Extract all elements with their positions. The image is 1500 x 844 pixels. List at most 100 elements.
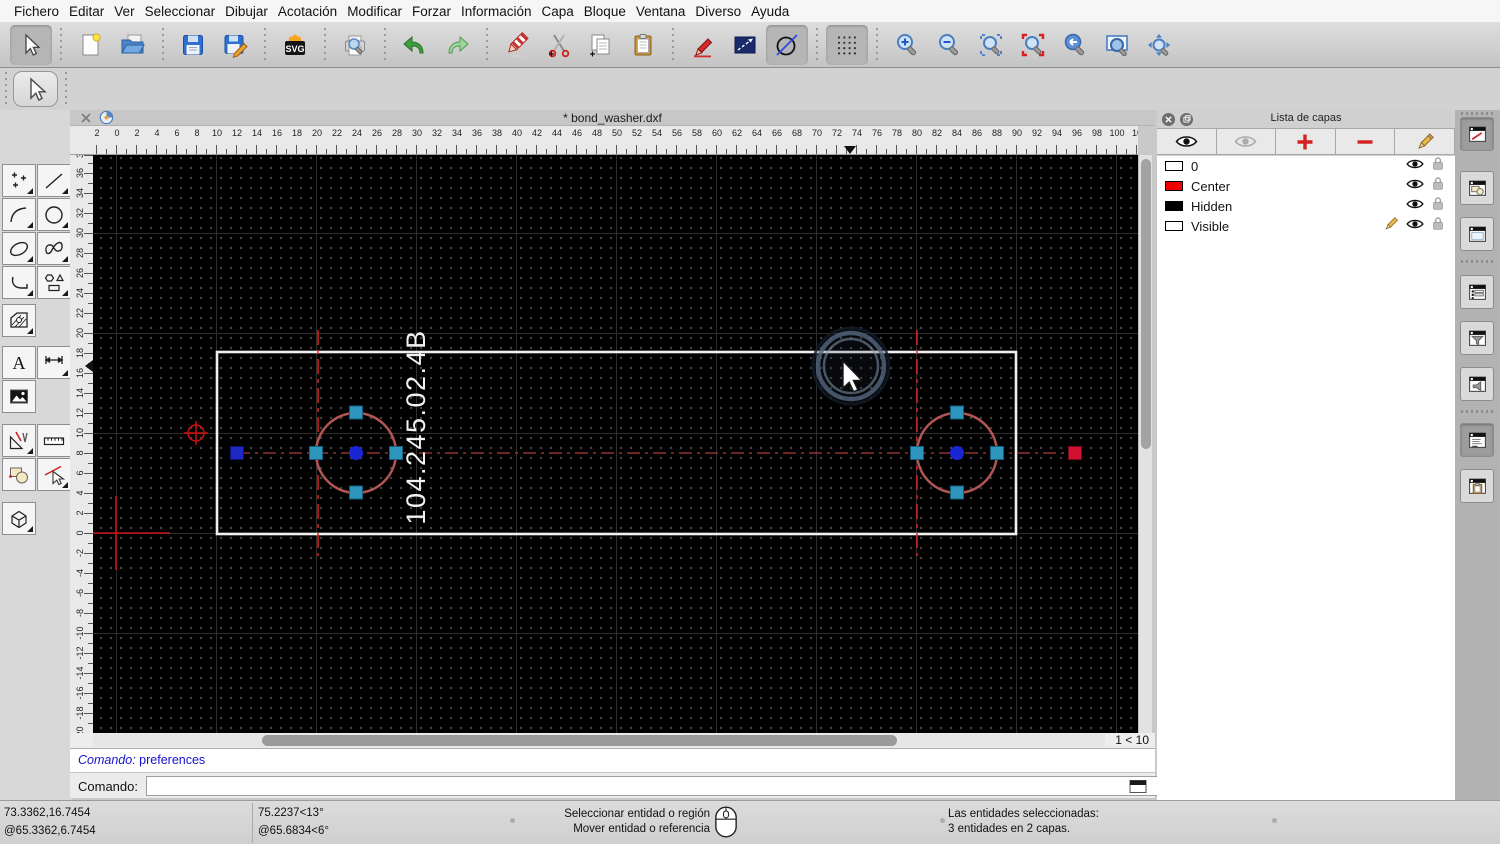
copy-button[interactable] (580, 25, 622, 65)
image-tool-button[interactable] (2, 380, 36, 413)
drawing-canvas[interactable]: 104.245.02.4B (93, 155, 1138, 733)
spline-tool-button[interactable] (37, 232, 71, 265)
center-grip-left[interactable] (349, 446, 363, 460)
polyline-tool-button[interactable] (2, 266, 36, 299)
command-input[interactable] (146, 776, 1192, 796)
menu-forzar[interactable]: Forzar (407, 4, 456, 19)
zoom-in-button[interactable] (886, 25, 928, 65)
dock-toggle-shapes-window[interactable] (1460, 171, 1494, 205)
pen-button[interactable] (682, 25, 724, 65)
menu-fichero[interactable]: Fichero (9, 4, 64, 19)
layer-row-0[interactable]: 0 (1157, 156, 1455, 176)
new-file-button[interactable] (70, 25, 112, 65)
layer-lock-icon[interactable] (1431, 176, 1445, 196)
layer-visibility-icon[interactable] (1406, 217, 1424, 235)
dock-toggle-clipboard-window[interactable] (1460, 469, 1494, 503)
cut-button[interactable] (538, 25, 580, 65)
layer-row-hidden[interactable]: Hidden (1157, 196, 1455, 216)
layer-row-visible[interactable]: Visible (1157, 216, 1455, 236)
command-window-toggle-button[interactable] (1128, 777, 1148, 795)
endpoint-grip-right[interactable] (1068, 446, 1082, 460)
center-grip-right[interactable] (950, 446, 964, 460)
dashed-line-button[interactable] (724, 25, 766, 65)
add-layer-button[interactable] (1276, 129, 1336, 154)
zoom-window-button[interactable] (1096, 25, 1138, 65)
hide-all-layers-button[interactable] (1217, 129, 1277, 154)
dock-toggle-command-window[interactable] (1460, 423, 1494, 457)
zoom-out-button[interactable] (928, 25, 970, 65)
circle-tool-button[interactable] (37, 198, 71, 231)
line-tool-button[interactable] (37, 164, 71, 197)
menu-diverso[interactable]: Diverso (690, 4, 746, 19)
zoom-back-button[interactable] (1054, 25, 1096, 65)
svg-export-button[interactable]: SVG (274, 25, 316, 65)
menu-bloque[interactable]: Bloque (579, 4, 631, 19)
v-ruler-label: 16 (75, 368, 85, 379)
save-as-button[interactable] (214, 25, 256, 65)
redo-button[interactable] (436, 25, 478, 65)
horizontal-scrollbar-thumb[interactable] (262, 735, 897, 746)
text-tool-button[interactable]: A (2, 346, 36, 379)
layer-visibility-icon[interactable] (1406, 197, 1424, 215)
menu-seleccionar[interactable]: Seleccionar (140, 4, 221, 19)
endpoint-grip-left[interactable] (230, 446, 244, 460)
modify-tool-button[interactable] (2, 424, 36, 457)
v-ruler-label: -18 (75, 706, 85, 720)
select-arrow-button[interactable] (10, 24, 52, 65)
menu-capa[interactable]: Capa (537, 4, 579, 19)
zoom-auto-button[interactable] (970, 25, 1012, 65)
order-tool-button[interactable] (2, 458, 36, 491)
vertical-scrollbar-thumb[interactable] (1141, 159, 1151, 449)
layer-panel-toolbar (1157, 128, 1455, 155)
layer-lock-icon[interactable] (1431, 156, 1445, 176)
remove-layer-button[interactable] (1336, 129, 1396, 154)
layer-visibility-icon[interactable] (1406, 177, 1424, 195)
dock-toggle-pen-window[interactable] (1460, 117, 1494, 151)
grid-toggle-button[interactable] (826, 24, 868, 65)
dimension-tool-button[interactable] (37, 346, 71, 379)
select-entity-tool-button[interactable] (37, 458, 71, 491)
circle-line-button[interactable] (766, 24, 808, 65)
layer-lock-icon[interactable] (1431, 216, 1445, 236)
plate-outline[interactable] (215, 350, 1018, 536)
dock-toggle-blank-window[interactable] (1460, 217, 1494, 251)
open-folder-button[interactable] (112, 25, 154, 65)
menu-editar[interactable]: Editar (64, 4, 109, 19)
ellipse-tool-button[interactable] (2, 232, 36, 265)
measure-tool-button[interactable] (37, 424, 71, 457)
dock-toggle-filter-window[interactable] (1460, 321, 1494, 355)
v-ruler-label: 2 (75, 510, 85, 516)
polygon-tool-button[interactable] (37, 266, 71, 299)
arc-tool-button[interactable] (2, 198, 36, 231)
print-preview-button[interactable] (334, 25, 376, 65)
show-all-layers-button[interactable] (1157, 129, 1217, 154)
menu-ventana[interactable]: Ventana (631, 4, 691, 19)
points-tool-button[interactable] (2, 164, 36, 197)
undo-button[interactable] (394, 25, 436, 65)
selection-tool-button[interactable] (13, 71, 58, 107)
layer-lock-icon[interactable] (1431, 196, 1445, 216)
menu-dibujar[interactable]: Dibujar (220, 4, 273, 19)
menu-ayuda[interactable]: Ayuda (746, 4, 794, 19)
menu-acotacion[interactable]: Acotación (273, 4, 342, 19)
cube-tool-button[interactable] (2, 502, 36, 535)
command-prompt-label: Comando: (78, 779, 138, 794)
layer-row-center[interactable]: Center (1157, 176, 1455, 196)
horizontal-scrollbar[interactable] (93, 734, 1105, 747)
part-number-label[interactable]: 104.245.02.4B (401, 329, 431, 524)
menu-informacion[interactable]: Información (456, 4, 537, 19)
relative-zero-marker (184, 421, 208, 445)
zoom-previous-button[interactable] (1012, 25, 1054, 65)
dock-toggle-speaker-window[interactable] (1460, 367, 1494, 401)
zoom-pan-button[interactable] (1138, 25, 1180, 65)
menu-ver[interactable]: Ver (109, 4, 139, 19)
vertical-scrollbar[interactable] (1138, 155, 1152, 733)
eraser-button[interactable] (496, 25, 538, 65)
hatch-tool-button[interactable] (2, 304, 36, 337)
dock-toggle-list-window[interactable] (1460, 275, 1494, 309)
layer-visibility-icon[interactable] (1406, 157, 1424, 175)
menu-modificar[interactable]: Modificar (342, 4, 407, 19)
paste-button[interactable] (622, 25, 664, 65)
edit-layer-button[interactable] (1395, 129, 1455, 154)
save-button[interactable] (172, 25, 214, 65)
